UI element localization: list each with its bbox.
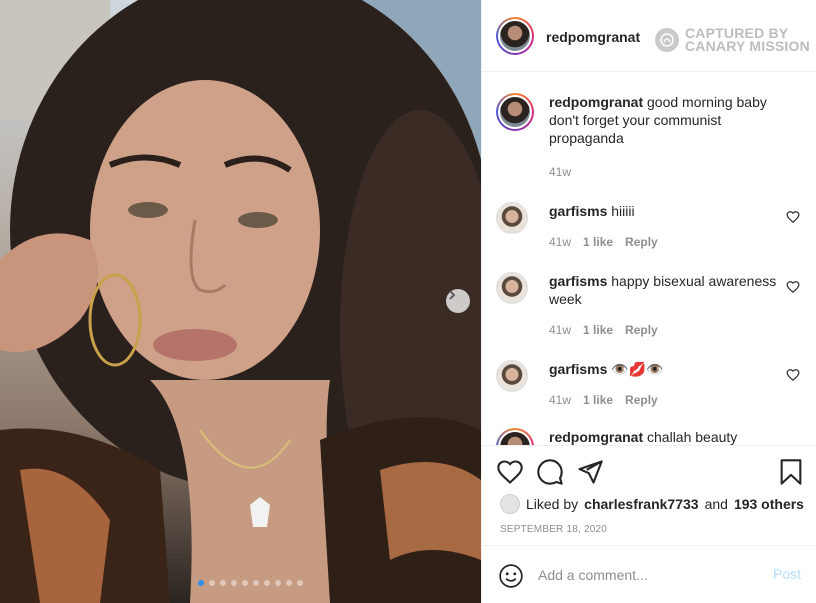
- like-heart-icon[interactable]: [496, 458, 524, 486]
- heart-icon[interactable]: [786, 368, 800, 382]
- carousel-dot: [275, 580, 281, 586]
- caption-avatar[interactable]: [496, 93, 534, 131]
- comment-age[interactable]: 41w: [549, 393, 571, 407]
- next-slide-button[interactable]: [446, 289, 470, 313]
- comment-likes[interactable]: 1 like: [583, 393, 613, 407]
- comment-likes[interactable]: 1 like: [583, 235, 613, 249]
- carousel-dot: [220, 580, 226, 586]
- comments-list[interactable]: redpomgranat good morning baby don't for…: [482, 73, 816, 445]
- carousel-dot: [242, 580, 248, 586]
- comment-likes[interactable]: 1 like: [583, 323, 613, 337]
- post-details-panel: redpomgranat CAPTURED BY CANARY MISSION …: [481, 0, 816, 603]
- comment-meta: 41w 1 like Reply: [549, 235, 658, 249]
- comment-avatar[interactable]: [496, 428, 534, 445]
- share-paper-plane-icon[interactable]: [576, 458, 604, 486]
- likes-summary: Liked by charlesfrank7733 and 193 others: [500, 494, 804, 514]
- post-actions: Liked by charlesfrank7733 and 193 others…: [482, 445, 816, 545]
- carousel-dot: [264, 580, 270, 586]
- post-comment-button[interactable]: Post: [773, 566, 801, 582]
- liker-avatar[interactable]: [500, 494, 520, 514]
- carousel-dot: [286, 580, 292, 586]
- likes-conjunction: and: [704, 496, 728, 512]
- emoji-smiley-icon[interactable]: [498, 563, 524, 589]
- comment-input[interactable]: [538, 565, 758, 585]
- caption-age[interactable]: 41w: [549, 165, 571, 179]
- carousel-indicators: [198, 580, 303, 586]
- comment-body: challah beauty: [647, 429, 738, 445]
- comment-text: garfisms hiiiii: [549, 202, 777, 220]
- post-date[interactable]: SEPTEMBER 18, 2020: [500, 524, 607, 535]
- comment-age[interactable]: 41w: [549, 323, 571, 337]
- post-header: redpomgranat CAPTURED BY CANARY MISSION: [482, 0, 816, 72]
- comment-text: garfisms 👁️💋👁️: [549, 360, 777, 378]
- comment-username[interactable]: redpomgranat: [549, 429, 643, 445]
- chevron-right-icon: [449, 290, 456, 300]
- comment-username[interactable]: garfisms: [549, 361, 607, 377]
- add-comment-bar: Post: [482, 545, 816, 603]
- watermark-line-2: CANARY MISSION: [685, 38, 810, 54]
- liker-username[interactable]: charlesfrank7733: [584, 496, 698, 512]
- reply-button[interactable]: Reply: [625, 393, 658, 407]
- post-photo[interactable]: [0, 0, 481, 603]
- comment-text: redpomgranat challah beauty: [549, 428, 777, 445]
- likes-others[interactable]: 193 others: [734, 496, 804, 512]
- comment-body: hiiiii: [611, 203, 635, 219]
- comment-avatar[interactable]: [496, 272, 528, 304]
- watermark: CAPTURED BY CANARY MISSION: [655, 26, 810, 54]
- comment-meta: 41w 1 like Reply: [549, 393, 658, 407]
- carousel-dot: [253, 580, 259, 586]
- heart-icon[interactable]: [786, 280, 800, 294]
- caption-text: redpomgranat good morning baby don't for…: [549, 93, 777, 147]
- comment-username[interactable]: garfisms: [549, 203, 607, 219]
- comment-text: garfisms happy bisexual awareness week: [549, 272, 777, 308]
- comment-avatar[interactable]: [496, 202, 528, 234]
- comment-bubble-icon[interactable]: [536, 458, 564, 486]
- heart-icon[interactable]: [786, 210, 800, 224]
- carousel-dot: [231, 580, 237, 586]
- canary-logo-icon: [655, 28, 679, 52]
- selfie-image: [0, 0, 481, 603]
- comment-username[interactable]: garfisms: [549, 273, 607, 289]
- comment-avatar[interactable]: [496, 360, 528, 392]
- caption-meta: 41w: [549, 165, 571, 179]
- reply-button[interactable]: Reply: [625, 235, 658, 249]
- comment-meta: 41w 1 like Reply: [549, 323, 658, 337]
- bookmark-icon[interactable]: [777, 458, 805, 486]
- reply-button[interactable]: Reply: [625, 323, 658, 337]
- comment-body: 👁️💋👁️: [611, 361, 664, 377]
- caption-username[interactable]: redpomgranat: [549, 94, 643, 110]
- carousel-dot: [209, 580, 215, 586]
- carousel-dot: [198, 580, 204, 586]
- comment-age[interactable]: 41w: [549, 235, 571, 249]
- likes-prefix: Liked by: [526, 496, 579, 512]
- carousel-dot: [297, 580, 303, 586]
- author-username[interactable]: redpomgranat: [546, 29, 640, 45]
- author-avatar[interactable]: [496, 17, 534, 55]
